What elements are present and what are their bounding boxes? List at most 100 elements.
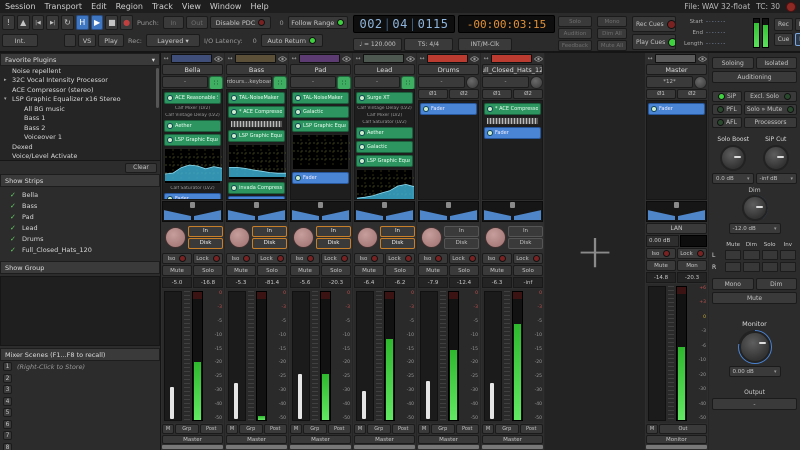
processor-active-led[interactable] (423, 106, 429, 112)
stereo-panner[interactable] (226, 201, 287, 222)
monitor-input-button[interactable]: In (380, 225, 415, 237)
peak-display[interactable]: -inf (513, 277, 543, 288)
track-color-bar[interactable] (655, 54, 696, 63)
edit-page-button[interactable]: Edit (795, 18, 800, 31)
processor-active-led[interactable] (359, 95, 365, 101)
solo-mute-button[interactable]: Solo » Mute (744, 104, 797, 115)
record-arm-button[interactable] (485, 226, 506, 248)
matrix-l-mute-button[interactable] (725, 250, 742, 260)
cue-page-button[interactable]: Cue (774, 33, 793, 46)
instrument-midi-icon[interactable]: ∷ (273, 76, 287, 90)
stereo-panner[interactable] (290, 201, 351, 222)
processor-active-led[interactable] (167, 123, 173, 129)
processor-box[interactable]: Fader (418, 100, 479, 200)
input-button[interactable]: ardours...keyboard (226, 76, 272, 88)
error-log-button[interactable] (786, 1, 796, 12)
monitor-input-button[interactable]: In (444, 225, 479, 237)
record-button[interactable]: ● (120, 15, 134, 30)
group-button[interactable]: Grp (303, 424, 327, 434)
monitor-disk-button[interactable]: Disk (316, 237, 351, 249)
fader-lock-button[interactable]: Lock (513, 253, 543, 264)
solo-status-button[interactable]: Solo (558, 16, 592, 27)
output-button[interactable]: Master (418, 435, 479, 444)
monitor-input-button[interactable]: In (316, 225, 351, 237)
hide-strip-eye-icon[interactable] (341, 55, 351, 62)
metering-button[interactable]: M (354, 424, 366, 434)
peak-display[interactable]: -6.2 (385, 277, 415, 288)
favorite-plugin-item[interactable]: All BG music (0, 104, 160, 114)
meter-point-button[interactable]: Out (659, 424, 707, 434)
processor-fader[interactable]: Fader (228, 196, 285, 199)
input-button[interactable]: - (290, 76, 336, 88)
sip-button[interactable]: SiP (712, 91, 742, 102)
shuttle-play-button[interactable]: Play (98, 34, 124, 47)
group-button[interactable]: Grp (367, 424, 391, 434)
fader-meter-area[interactable]: 0 -3 -5 -10 -15 -20 -25 -30 -40 -50 (290, 289, 351, 423)
secondary-clock-timecode[interactable]: -00:00:03:15 (458, 15, 555, 33)
track-name-button[interactable]: Master (646, 64, 707, 75)
solo-isolate-button[interactable]: Iso (482, 253, 512, 264)
processor-active-led[interactable] (167, 137, 173, 143)
processor-aether[interactable]: Aether (356, 127, 413, 139)
level-meter[interactable] (676, 286, 687, 421)
group-button[interactable]: Grp (175, 424, 199, 434)
menu-edit[interactable]: Edit (91, 2, 107, 11)
gain-fader[interactable] (484, 291, 502, 421)
empty-strip-area[interactable]: + (545, 53, 645, 450)
afl-button[interactable]: AFL (712, 117, 742, 128)
input-button[interactable]: - (354, 76, 400, 88)
menu-window[interactable]: Window (210, 2, 242, 11)
meter-point-button[interactable]: Post (327, 424, 351, 434)
monitor-disk-button[interactable]: Disk (444, 237, 479, 249)
processor-fader[interactable]: Fader (164, 193, 221, 199)
processor-lsp-graphic-equali[interactable]: LSP Graphic Equali (292, 120, 349, 132)
eq-curve-graph[interactable] (356, 169, 414, 199)
processor-fader[interactable]: Fader (648, 103, 705, 115)
stop-button[interactable]: ■ (105, 15, 119, 30)
favorite-plugin-item[interactable]: Dexed (0, 142, 160, 152)
processor-calf-vintage-delay-lv2-inactive[interactable]: Calf Vintage Delay (LV2) (164, 113, 221, 119)
mixer-scene-5[interactable]: 5 (0, 407, 160, 419)
sync-source-button[interactable]: Int. (2, 34, 38, 47)
auto-return-button[interactable]: Auto Return (260, 34, 323, 47)
gain-fader[interactable] (356, 291, 374, 421)
favorite-plugins-header[interactable]: Favorite Plugins ▾ (0, 53, 160, 66)
fader-meter-area[interactable]: 0 -3 -5 -10 -15 -20 -25 -30 -40 -50 (418, 289, 479, 423)
level-meter[interactable] (384, 291, 395, 421)
fader-meter-area[interactable]: 0 -3 -5 -10 -15 -20 -25 -30 -40 -50 (162, 289, 223, 423)
sync-status-button[interactable]: INT/M-Clk (458, 38, 512, 51)
meter-point-button[interactable]: Post (455, 424, 479, 434)
track-name-button[interactable]: Lead (354, 64, 415, 75)
time-signature-button[interactable]: TS: 4/4 (404, 38, 453, 51)
dim-knob[interactable] (741, 195, 768, 221)
metering-button[interactable]: M (290, 424, 302, 434)
metering-button[interactable]: M (482, 424, 494, 434)
monitor-output-button[interactable]: - (712, 398, 797, 410)
strip-visible-pad[interactable]: ✓ Pad (0, 211, 160, 222)
gain-fader[interactable] (648, 286, 666, 421)
sip-cut-value[interactable]: -inf dB ▾ (755, 173, 797, 184)
track-color-bar[interactable] (427, 54, 468, 63)
master-gain-display[interactable]: 0.00 dB (646, 235, 680, 247)
processor-aether[interactable]: Aether (164, 120, 221, 132)
fader-lock-button[interactable]: Lock (677, 248, 707, 259)
monitor-disk-button[interactable]: Disk (380, 237, 415, 249)
solo-isolate-button[interactable]: Iso (418, 253, 448, 264)
hide-strip-eye-icon[interactable] (533, 55, 543, 62)
gain-entry[interactable]: -7.9 (418, 277, 448, 288)
output-button[interactable]: Monitor (646, 435, 707, 444)
gain-fader[interactable] (420, 291, 438, 421)
monitor-gain-knob[interactable] (738, 331, 771, 363)
monitor-button[interactable]: Mon (677, 260, 707, 271)
monitor-gain-value[interactable]: 0.00 dB ▾ (728, 366, 781, 377)
strip-visible-lead[interactable]: ✓ Lead (0, 222, 160, 233)
comment-button[interactable] (290, 445, 351, 449)
solo-button[interactable]: Solo (513, 265, 543, 276)
solo-button[interactable]: Solo (449, 265, 479, 276)
solo-button[interactable]: Solo (385, 265, 415, 276)
input-button[interactable]: - (418, 76, 465, 88)
mixer-scene-6[interactable]: 6 (0, 419, 160, 431)
dim-value[interactable]: -12.0 dB ▾ (728, 223, 781, 234)
metronome-button[interactable]: ▲ (16, 15, 30, 30)
record-arm-button[interactable] (229, 226, 250, 248)
